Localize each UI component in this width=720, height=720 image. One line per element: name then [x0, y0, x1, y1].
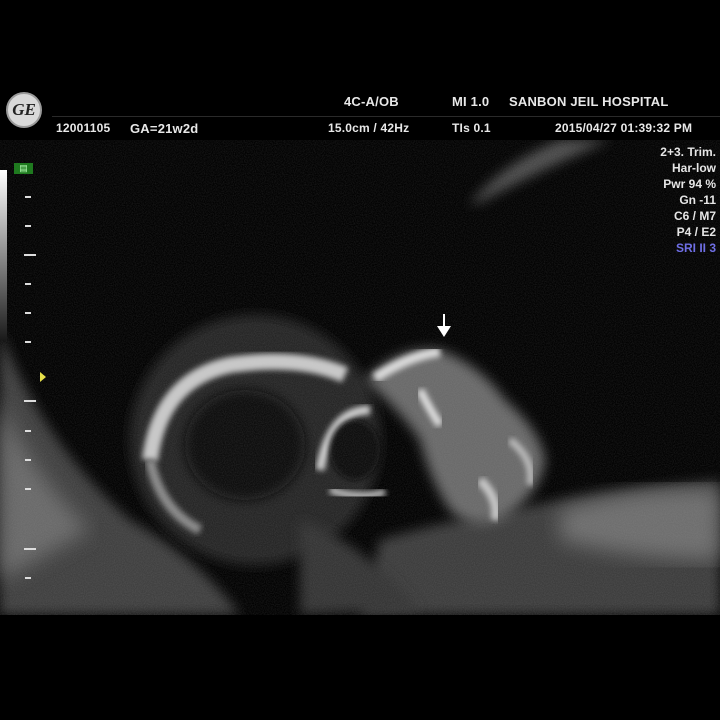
depth-tick	[25, 430, 31, 432]
thermal-index: TIs 0.1	[452, 121, 491, 135]
hospital-name: SANBON JEIL HOSPITAL	[509, 94, 669, 109]
depth-tick	[25, 577, 31, 579]
depth-tick	[24, 254, 36, 256]
depth-tick	[25, 283, 31, 285]
focus-badge: ▤	[14, 163, 33, 174]
ge-logo: GE	[6, 92, 42, 128]
depth-tick	[24, 548, 36, 550]
date-time: 2015/04/27 01:39:32 PM	[555, 121, 693, 135]
ultrasound-image	[0, 140, 720, 615]
crossbeam-map-setting: C6 / M7	[673, 209, 716, 223]
probe-preset: 4C-A/OB	[344, 94, 399, 109]
mechanical-index: MI 1.0	[452, 94, 490, 109]
depth-tick	[25, 196, 31, 198]
depth-tick	[24, 400, 36, 402]
depth-tick	[25, 341, 31, 343]
persistence-enhance-setting: P4 / E2	[676, 225, 716, 239]
focus-marker-triangle	[40, 372, 46, 382]
header-divider	[52, 116, 720, 117]
depth-tick	[25, 312, 31, 314]
harmonic-setting: Har-low	[671, 161, 716, 175]
trimester-preset: 2+3. Trim.	[660, 145, 716, 159]
power-setting: Pwr 94 %	[663, 177, 716, 191]
gestational-age: GA=21w2d	[130, 121, 199, 136]
depth-tick	[25, 488, 31, 490]
depth-tick	[25, 225, 31, 227]
gain-setting: Gn -11	[679, 193, 716, 207]
depth-tick	[25, 459, 31, 461]
grey-scale-bar	[0, 170, 7, 340]
imaging-parameters: 2+3. Trim. Har-low Pwr 94 % Gn -11 C6 / …	[660, 144, 716, 256]
depth-frequency: 15.0cm / 42Hz	[328, 121, 410, 135]
patient-id: 12001105	[56, 121, 111, 135]
sri-setting: SRI II 3	[675, 241, 716, 255]
